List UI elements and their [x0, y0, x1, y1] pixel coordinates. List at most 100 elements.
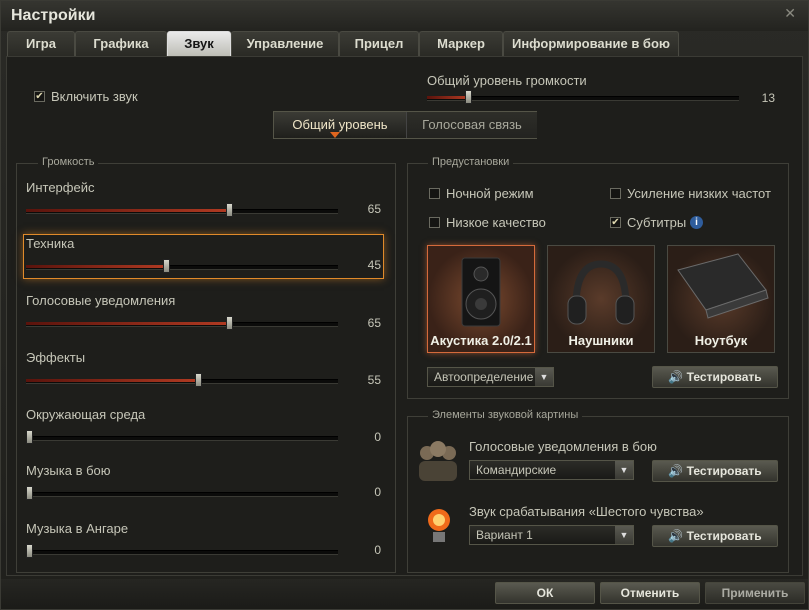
subtitles-label: Субтитры — [627, 215, 687, 230]
interface-volume-slider[interactable] — [26, 203, 338, 217]
ambient-volume-label: Окружающая среда — [26, 407, 146, 422]
title-bar: Настройки ✕ — [1, 1, 808, 31]
master-volume-thumb[interactable] — [464, 90, 472, 104]
crew-icon — [419, 441, 457, 481]
sixth-sense-value: Вариант 1 — [476, 528, 533, 542]
slider-track — [26, 492, 338, 497]
voice-notifications-battle-label: Голосовые уведомления в бою — [469, 439, 657, 454]
test-sixth-sense-button[interactable]: 🔊 Тестировать — [652, 525, 778, 547]
laptop-card-label: Ноутбук — [694, 333, 748, 348]
enable-sound-label: Включить звук — [51, 89, 138, 104]
slider-track — [26, 550, 338, 555]
chevron-down-icon: ▼ — [615, 526, 633, 544]
voice-notifications-select[interactable]: Командирские ▼ — [469, 460, 634, 480]
info-icon[interactable]: i — [690, 216, 703, 229]
speaker-icon — [461, 257, 501, 327]
master-volume-value: 13 — [761, 91, 775, 105]
hangar-music-volume-value: 0 — [374, 543, 381, 557]
slider-thumb[interactable] — [26, 430, 33, 444]
low-quality-label: Низкое качество — [446, 215, 546, 230]
speakers-card[interactable]: Акустика 2.0/2.1 — [427, 245, 535, 353]
chevron-down-icon: ▼ — [535, 368, 553, 386]
master-volume-track — [427, 96, 739, 101]
ambient-volume-slider[interactable] — [26, 430, 338, 444]
hangar-music-volume-label: Музыка в Ангаре — [26, 521, 129, 536]
laptop-card[interactable]: Ноутбук — [667, 245, 775, 353]
slider-thumb[interactable] — [163, 259, 171, 273]
cancel-button[interactable]: Отменить — [600, 582, 700, 604]
slider-fill — [26, 322, 229, 325]
autodetect-value: Автоопределение — [434, 370, 534, 384]
interface-volume-label: Интерфейс — [26, 180, 95, 195]
presets-group-title: Предустановки — [428, 156, 514, 168]
test-sixth-sense-button-label: Тестировать — [686, 529, 762, 543]
battle-music-volume-slider[interactable] — [26, 486, 338, 500]
speaker-small-icon: 🔊 — [668, 464, 684, 478]
test-voice-notifications-button[interactable]: 🔊 Тестировать — [652, 460, 778, 482]
close-icon[interactable]: ✕ — [784, 5, 796, 22]
settings-window: Настройки ✕ Игра Графика Звук Управление… — [0, 0, 809, 610]
test-preset-button[interactable]: 🔊 Тестировать — [652, 366, 778, 388]
slider-fill — [26, 209, 229, 212]
battle-music-volume-label: Музыка в бою — [26, 463, 111, 478]
tab-battle-info[interactable]: Информирование в бою — [503, 31, 679, 56]
slider-track — [26, 436, 338, 441]
tab-sound[interactable]: Звук — [167, 31, 231, 56]
bass-boost-checkbox[interactable] — [610, 188, 621, 199]
master-volume-label: Общий уровень громкости — [427, 73, 587, 88]
subtitles-checkbox[interactable]: ✔ — [610, 217, 621, 228]
vehicle-slider-highlight — [23, 234, 384, 279]
ambient-volume-value: 0 — [374, 430, 381, 444]
active-mode-caret-icon — [330, 132, 340, 138]
slider-thumb[interactable] — [194, 373, 202, 387]
apply-button[interactable]: Применить — [705, 582, 805, 604]
slider-thumb[interactable] — [26, 544, 33, 558]
vehicle-volume-value: 45 — [367, 258, 381, 272]
vehicle-volume-slider[interactable] — [26, 259, 338, 273]
effects-volume-slider[interactable] — [26, 373, 338, 387]
battle-music-volume-value: 0 — [374, 485, 381, 499]
voice-chat-button[interactable]: Голосовая связь — [406, 112, 537, 138]
voice-notifications-volume-label: Голосовые уведомления — [26, 293, 176, 308]
low-quality-checkbox[interactable] — [429, 217, 440, 228]
light-bulb-icon — [428, 509, 450, 542]
interface-volume-value: 65 — [367, 202, 381, 216]
effects-volume-label: Эффекты — [26, 350, 86, 365]
vehicle-volume-label: Техника — [26, 236, 75, 251]
night-mode-checkbox[interactable] — [429, 188, 440, 199]
headphones-card[interactable]: Наушники — [547, 245, 655, 353]
effects-volume-value: 55 — [367, 373, 381, 387]
headphones-icon — [567, 260, 635, 325]
tab-sight[interactable]: Прицел — [339, 31, 419, 56]
test-voice-button-label: Тестировать — [686, 464, 762, 478]
general-level-button[interactable]: Общий уровень — [274, 112, 406, 138]
tab-controls[interactable]: Управление — [231, 31, 339, 56]
sound-picture-group-title: Элементы звуковой картины — [428, 409, 583, 421]
slider-fill — [26, 265, 167, 268]
enable-sound-checkbox[interactable]: ✔ — [34, 91, 45, 102]
ok-button[interactable]: ОК — [495, 582, 595, 604]
sixth-sense-select[interactable]: Вариант 1 ▼ — [469, 525, 634, 545]
hangar-music-volume-slider[interactable] — [26, 544, 338, 558]
voice-notifications-volume-value: 65 — [367, 316, 381, 330]
mode-switch: Общий уровень Голосовая связь — [273, 111, 537, 139]
headphones-card-label: Наушники — [568, 333, 634, 348]
voice-notifications-volume-slider[interactable] — [26, 316, 338, 330]
tab-graphics[interactable]: Графика — [75, 31, 167, 56]
window-title: Настройки — [11, 7, 96, 24]
master-volume-slider[interactable] — [427, 90, 739, 104]
chevron-down-icon: ▼ — [615, 461, 633, 479]
slider-thumb[interactable] — [26, 486, 33, 500]
master-volume-fill — [427, 96, 468, 99]
sixth-sense-label: Звук срабатывания «Шестого чувства» — [469, 504, 704, 519]
autodetect-select[interactable]: Автоопределение ▼ — [427, 367, 554, 387]
tab-marker[interactable]: Маркер — [419, 31, 503, 56]
speakers-card-label: Акустика 2.0/2.1 — [430, 333, 532, 348]
test-preset-button-label: Тестировать — [686, 370, 762, 384]
tab-game[interactable]: Игра — [7, 31, 75, 56]
night-mode-label: Ночной режим — [446, 186, 534, 201]
slider-thumb[interactable] — [225, 316, 233, 330]
speaker-small-icon: 🔊 — [668, 370, 684, 384]
laptop-icon — [677, 253, 769, 319]
slider-thumb[interactable] — [225, 203, 233, 217]
